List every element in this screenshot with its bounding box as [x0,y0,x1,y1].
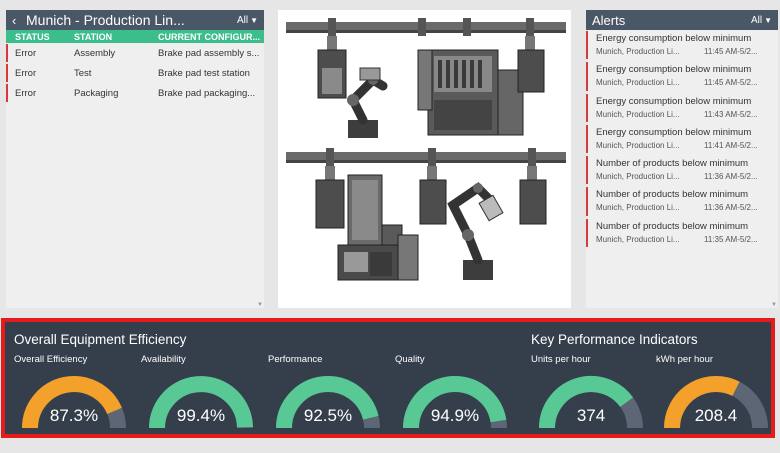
table-row[interactable]: Error Packaging Brake pad packaging... [6,83,264,103]
alert-time: 11:36 AM-5/2... [704,172,758,182]
alert-location: Munich, Production Li... [596,140,680,150]
row-config: Brake pad assembly s... [158,47,260,59]
gauge-label: Availability [141,354,186,365]
kpi-title: Key Performance Indicators [531,332,698,347]
alert-list: Energy consumption below minimum Munich,… [586,30,778,249]
alert-time: 11:45 AM-5/2... [704,47,758,56]
chevron-down-icon: ▼ [764,15,772,25]
table-header: STATUS STATION CURRENT CONFIGUR... [6,30,264,43]
alert-location: Munich, Production Li... [596,109,680,119]
station-panel-header: ‹ Munich - Production Lin... All ▼ [6,10,264,30]
row-status: Error [15,47,37,59]
row-config: Brake pad packaging... [158,87,256,99]
filter-label: All [236,14,249,26]
scroll-down-icon[interactable]: ▼ [771,302,777,308]
gauge-label: Quality [395,354,425,365]
column-status[interactable]: STATUS [6,32,74,42]
alert-message: Number of products below minimum [596,220,749,232]
alert-time: 11:35 AM-5/2... [704,234,758,244]
alert-item[interactable]: Number of products below minimum Munich,… [586,218,778,249]
alert-message: Number of products below minimum [596,158,749,170]
gauge-quality[interactable]: Quality 94.9% [395,354,515,432]
production-floor-illustration [278,10,571,308]
alerts-filter-dropdown[interactable]: All ▼ [751,15,772,26]
alert-item[interactable]: Number of products below minimum Munich,… [586,155,778,186]
oee-title: Overall Equipment Efficiency [14,332,187,347]
station-panel: ‹ Munich - Production Lin... All ▼ STATU… [6,10,264,308]
row-station: Packaging [74,87,119,99]
alerts-panel-header: Alerts All ▼ [586,10,778,30]
gauge-value: 94.9% [430,406,480,425]
alert-item[interactable]: Energy consumption below minimum Munich,… [586,61,778,92]
alert-time: 11:45 AM-5/2... [704,78,758,88]
row-station: Assembly [74,47,116,59]
gauge-value: 92.5% [303,406,353,425]
chevron-down-icon: ▼ [250,15,258,25]
alert-item[interactable]: Energy consumption below minimum Munich,… [586,124,778,155]
alert-location: Munich, Production Li... [596,203,680,213]
gauge-value: 87.3% [49,406,99,425]
gauge-label: Units per hour [531,354,591,365]
alerts-panel: Alerts All ▼ Energy consumption below mi… [586,10,778,308]
row-status: Error [15,87,37,99]
gauge-performance[interactable]: Performance 92.5% [268,354,388,432]
kpi-band: Overall Equipment Efficiency Key Perform… [1,318,775,438]
gauge-units-per-hour[interactable]: Units per hour 374 [531,354,651,432]
alert-location: Munich, Production Li... [596,234,680,244]
table-row[interactable]: Error Test Brake pad test station [6,63,264,83]
alert-message: Energy consumption below minimum [596,64,752,76]
production-line-diagram [286,18,566,281]
gauge-availability[interactable]: Availability 99.4% [141,354,261,432]
row-status: Error [15,67,37,79]
alert-message: Energy consumption below minimum [596,33,752,44]
station-filter-dropdown[interactable]: All ▼ [237,15,258,26]
alert-location: Munich, Production Li... [596,78,680,88]
scroll-down-icon[interactable]: ▼ [257,302,263,308]
alert-location: Munich, Production Li... [596,172,680,182]
row-config: Brake pad test station [158,67,250,79]
gauge-value: 99.4% [176,406,226,425]
gauge-label: kWh per hour [656,354,714,365]
row-station: Test [74,67,92,79]
alert-time: 11:36 AM-5/2... [704,203,758,213]
alerts-title: Alerts [592,12,626,28]
gauge-kwh-per-hour[interactable]: kWh per hour 208.4 [656,354,776,432]
column-configuration[interactable]: CURRENT CONFIGUR... [158,32,264,42]
panel-title: Munich - Production Lin... [26,12,185,28]
alert-location: Munich, Production Li... [596,47,680,56]
gauge-overall-efficiency[interactable]: Overall Efficiency 87.3% [14,354,134,432]
alert-time: 11:41 AM-5/2... [704,140,758,150]
filter-label: All [750,14,763,26]
table-row[interactable]: Error Assembly Brake pad assembly s... [6,43,264,63]
alert-item[interactable]: Energy consumption below minimum Munich,… [586,93,778,124]
station-rows: Error Assembly Brake pad assembly s... E… [6,43,264,103]
alert-message: Energy consumption below minimum [596,126,752,138]
alert-message: Number of products below minimum [596,189,749,201]
gauge-label: Performance [268,354,323,365]
column-station[interactable]: STATION [74,32,158,42]
alert-time: 11:43 AM-5/2... [704,109,758,119]
alert-item[interactable]: Energy consumption below minimum Munich,… [586,30,778,61]
gauge-value: 374 [576,406,606,425]
gauge-label: Overall Efficiency [14,354,88,365]
back-chevron-icon[interactable]: ‹ [12,13,26,28]
alert-item[interactable]: Number of products below minimum Munich,… [586,186,778,217]
gauge-value: 208.4 [694,406,738,425]
alert-message: Energy consumption below minimum [596,95,752,107]
